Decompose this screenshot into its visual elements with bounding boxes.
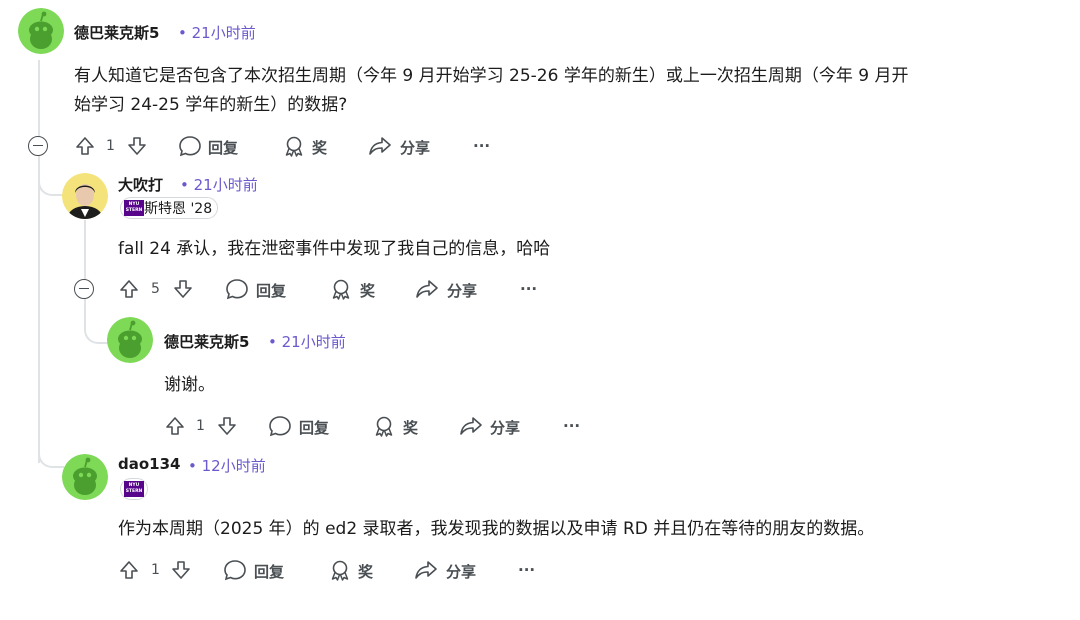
- award-icon[interactable]: [282, 134, 306, 158]
- reply-button[interactable]: 回复: [208, 137, 238, 158]
- logo-line: STERN: [125, 489, 143, 494]
- comment-timestamp[interactable]: • 21小时前: [178, 22, 256, 43]
- upvote-icon[interactable]: [164, 415, 186, 437]
- award-button[interactable]: 奖: [312, 137, 327, 158]
- share-icon[interactable]: [368, 135, 392, 157]
- award-icon[interactable]: [372, 414, 396, 438]
- comment-timestamp[interactable]: • 12小时前: [188, 455, 266, 476]
- collapse-thread-button[interactable]: [28, 136, 48, 156]
- share-icon[interactable]: [414, 559, 438, 581]
- more-options-button[interactable]: ···: [518, 561, 535, 579]
- award-icon[interactable]: [328, 558, 352, 582]
- comment-body: fall 24 承认，我在泄密事件中发现了我自己的信息，哈哈: [118, 239, 551, 259]
- snoo-avatar-icon: [18, 8, 64, 54]
- reply-button[interactable]: 回复: [254, 561, 284, 582]
- avatar[interactable]: [62, 173, 108, 219]
- comment-body: 作为本周期（2025 年）的 ed2 录取者，我发现我的数据以及申请 RD 并且…: [118, 519, 875, 539]
- comment-body-line: 有人知道它是否包含了本次招生周期（今年 9 月开始学习 25-26 学年的新生）…: [74, 66, 909, 86]
- vote-count: 1: [151, 562, 160, 578]
- snoo-avatar-icon: [62, 454, 108, 500]
- share-icon[interactable]: [415, 278, 439, 300]
- vote-count: 5: [151, 281, 160, 297]
- share-button[interactable]: 分享: [447, 280, 477, 301]
- reply-bubble-icon[interactable]: [268, 415, 292, 437]
- more-options-button[interactable]: ···: [563, 417, 580, 435]
- share-button[interactable]: 分享: [400, 137, 430, 158]
- reply-bubble-icon[interactable]: [225, 278, 249, 300]
- comment-body: 谢谢。: [164, 375, 215, 395]
- award-button[interactable]: 奖: [358, 561, 373, 582]
- comment-username[interactable]: 德巴莱克斯5: [74, 22, 159, 43]
- downvote-icon[interactable]: [170, 559, 192, 581]
- reply-bubble-icon[interactable]: [223, 559, 247, 581]
- nyu-stern-logo-icon: NYU STERN: [124, 200, 144, 216]
- collapse-thread-button[interactable]: [74, 279, 94, 299]
- avatar[interactable]: [107, 317, 153, 363]
- reply-button[interactable]: 回复: [299, 417, 329, 438]
- award-button[interactable]: 奖: [360, 280, 375, 301]
- downvote-icon[interactable]: [126, 135, 148, 157]
- upvote-icon[interactable]: [118, 559, 140, 581]
- flair-text: 斯特恩 '28: [144, 201, 213, 217]
- vote-count: 1: [196, 418, 205, 434]
- avatar[interactable]: [18, 8, 64, 54]
- downvote-icon[interactable]: [216, 415, 238, 437]
- user-flair: NYU STERN: [120, 478, 148, 500]
- vote-count: 1: [106, 138, 115, 154]
- upvote-icon[interactable]: [74, 135, 96, 157]
- more-options-button[interactable]: ···: [520, 280, 537, 298]
- upvote-icon[interactable]: [118, 278, 140, 300]
- user-photo-icon: [62, 173, 108, 219]
- share-button[interactable]: 分享: [490, 417, 520, 438]
- logo-line: STERN: [125, 208, 143, 213]
- avatar[interactable]: [62, 454, 108, 500]
- more-options-button[interactable]: ···: [473, 137, 490, 155]
- comment-body-line: 始学习 24-25 学年的新生）的数据?: [74, 95, 348, 115]
- comment-timestamp[interactable]: • 21小时前: [268, 331, 346, 352]
- user-flair: NYU STERN 斯特恩 '28: [120, 197, 219, 219]
- share-icon[interactable]: [459, 415, 483, 437]
- comment-username[interactable]: 大吹打: [118, 174, 163, 195]
- snoo-avatar-icon: [107, 317, 153, 363]
- comment-username[interactable]: dao134: [118, 455, 180, 473]
- award-icon[interactable]: [329, 277, 353, 301]
- comment-timestamp[interactable]: • 21小时前: [180, 174, 258, 195]
- comment-username[interactable]: 德巴莱克斯5: [164, 331, 249, 352]
- reply-bubble-icon[interactable]: [178, 135, 202, 157]
- downvote-icon[interactable]: [172, 278, 194, 300]
- award-button[interactable]: 奖: [403, 417, 418, 438]
- nyu-stern-logo-icon: NYU STERN: [124, 481, 144, 497]
- reply-button[interactable]: 回复: [256, 280, 286, 301]
- share-button[interactable]: 分享: [446, 561, 476, 582]
- comment-body: 有人知道它是否包含了本次招生周期（今年 9 月开始学习 25-26 学年的新生）…: [74, 62, 1054, 120]
